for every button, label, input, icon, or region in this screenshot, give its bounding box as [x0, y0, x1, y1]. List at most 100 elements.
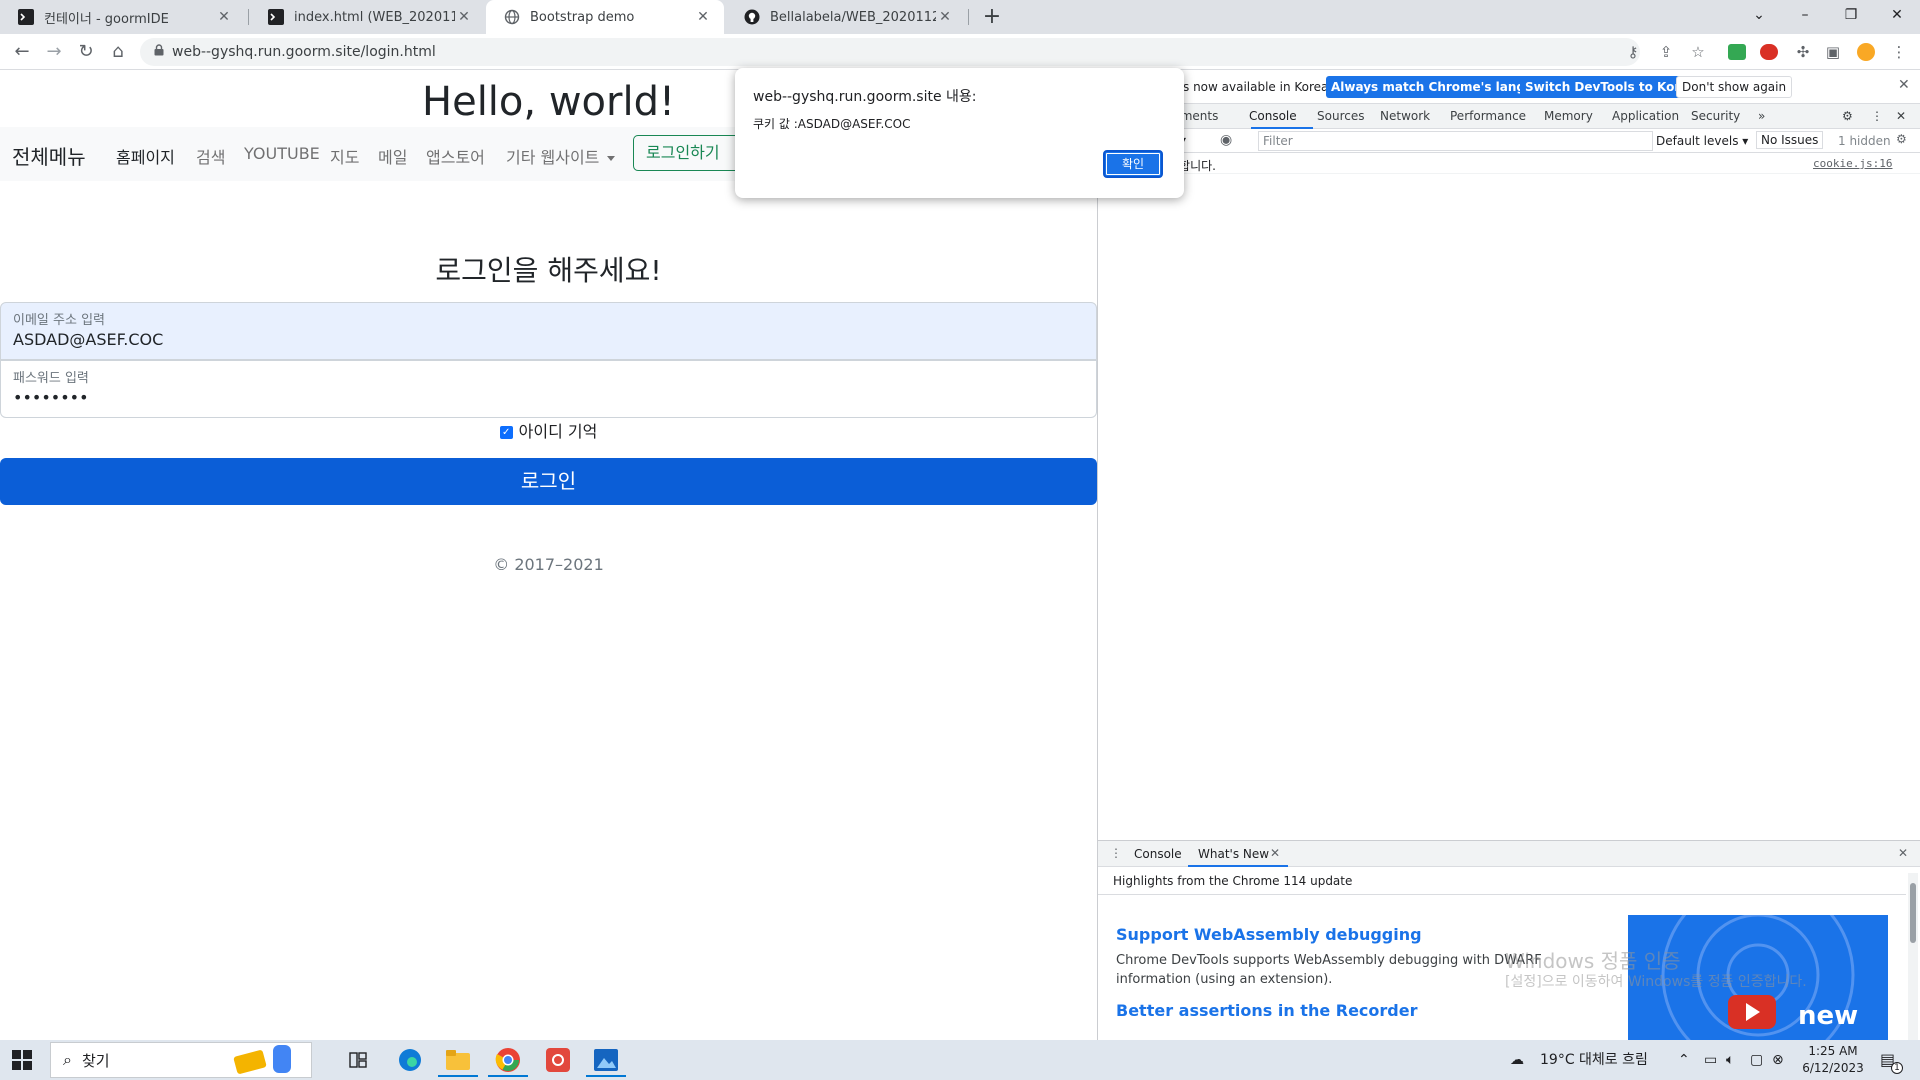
issues-button[interactable]: No Issues: [1756, 131, 1824, 149]
tab-application[interactable]: Application: [1612, 109, 1679, 123]
close-devtools-icon[interactable]: ✕: [1896, 109, 1906, 123]
drawer-tab-whats-new[interactable]: What's New: [1198, 847, 1269, 861]
login-submit-button[interactable]: 로그인: [0, 458, 1097, 505]
clock[interactable]: 1:25 AM 6/12/2023: [1798, 1043, 1868, 1077]
address-bar[interactable]: web--gyshq.run.goorm.site/login.html: [140, 38, 1640, 66]
close-tab-icon[interactable]: ✕: [455, 9, 473, 25]
browser-tab[interactable]: 컨테이너 - goormIDE ✕: [0, 0, 245, 34]
menu-kebab-icon[interactable]: ⋮: [1886, 38, 1912, 66]
close-infobar-icon[interactable]: ✕: [1898, 77, 1910, 93]
taskbar-search-box[interactable]: ⌕ 찾기: [50, 1042, 312, 1078]
search-highlight-illustration: [229, 1041, 305, 1079]
minimize-button[interactable]: –: [1782, 0, 1828, 30]
tab-search-icon[interactable]: ⌄: [1736, 0, 1782, 30]
weather-icon[interactable]: ☁: [1510, 1040, 1524, 1080]
terminal-icon: [18, 9, 34, 25]
navbar-brand[interactable]: 전체메뉴: [12, 141, 86, 170]
adblock-icon[interactable]: [1760, 44, 1778, 60]
console-source-link[interactable]: cookie.js:16: [1813, 157, 1892, 170]
email-value[interactable]: ASDAD@ASEF.COC: [13, 330, 1084, 349]
login-heading: 로그인을 해주세요!: [435, 254, 662, 287]
nav-link-youtube[interactable]: YOUTUBE: [244, 144, 320, 163]
network-icon[interactable]: ▢: [1750, 1040, 1763, 1080]
nav-link-mail[interactable]: 메일: [378, 144, 407, 168]
forward-button[interactable]: →: [40, 38, 68, 66]
activation-watermark: Windows 정품 인증: [1505, 949, 1681, 973]
whats-new-item-title[interactable]: Support WebAssembly debugging: [1116, 925, 1422, 944]
nav-dropdown-other-sites[interactable]: 기타 웹사이트: [506, 144, 616, 168]
drawer-menu-icon[interactable]: ⋮: [1110, 846, 1122, 860]
meet-now-icon[interactable]: ▭: [1704, 1040, 1717, 1080]
close-tab-icon[interactable]: ✕: [215, 9, 233, 25]
share-icon[interactable]: ⇪: [1653, 38, 1679, 66]
app-red-icon[interactable]: [536, 1043, 580, 1077]
default-levels-dropdown[interactable]: Default levels ▾: [1656, 134, 1748, 148]
close-tab-icon[interactable]: ✕: [694, 9, 712, 25]
notification-count: 1: [1891, 1062, 1903, 1074]
remember-label[interactable]: 아이디 기억: [519, 422, 598, 441]
profile-avatar[interactable]: [1857, 43, 1875, 61]
browser-tab[interactable]: index.html (WEB_20201129) - goormIDE ✕: [250, 0, 485, 34]
edge-browser-icon[interactable]: [388, 1043, 432, 1077]
whats-new-item-title[interactable]: Better assertions in the Recorder: [1116, 1001, 1418, 1020]
key-icon[interactable]: ⚷: [1620, 38, 1646, 66]
bookmark-star-icon[interactable]: ☆: [1685, 38, 1711, 66]
tab-network[interactable]: Network: [1380, 109, 1430, 123]
file-explorer-icon[interactable]: [436, 1043, 480, 1077]
side-panel-icon[interactable]: ▣: [1820, 38, 1846, 66]
drawer-scrollbar-thumb[interactable]: [1910, 883, 1916, 943]
clock-time: 1:25 AM: [1808, 1044, 1858, 1058]
tray-expand-icon[interactable]: ⌃: [1678, 1040, 1690, 1080]
password-label: 패스워드 입력: [13, 371, 89, 386]
search-icon: ⌕: [63, 1050, 72, 1069]
browser-tab[interactable]: Bellalabela/WEB_20201129 ✕: [726, 0, 966, 34]
more-tabs-icon[interactable]: »: [1758, 109, 1765, 123]
eye-icon[interactable]: ◉: [1220, 132, 1232, 148]
tab-title: Bellalabela/WEB_20201129: [770, 9, 936, 25]
ime-icon[interactable]: ⊗: [1772, 1040, 1784, 1080]
close-tab-icon[interactable]: ✕: [936, 9, 954, 25]
home-button[interactable]: ⌂: [104, 38, 132, 66]
email-field[interactable]: 이메일 주소 입력 ASDAD@ASEF.COC: [0, 302, 1097, 360]
close-window-button[interactable]: ✕: [1874, 0, 1920, 30]
tab-sources[interactable]: Sources: [1317, 109, 1364, 123]
windows-start-icon[interactable]: [12, 1050, 32, 1074]
nav-link-map[interactable]: 지도: [330, 144, 359, 168]
tab-security[interactable]: Security: [1691, 109, 1740, 123]
weather-text[interactable]: 19°C 대체로 흐림: [1540, 1040, 1648, 1080]
lock-icon[interactable]: [154, 44, 164, 60]
tab-memory[interactable]: Memory: [1544, 109, 1593, 123]
devtools-menu-icon[interactable]: ⋮: [1871, 109, 1883, 123]
extensions-puzzle-icon[interactable]: ✣: [1790, 38, 1816, 66]
new-tab-button[interactable]: +: [978, 4, 1006, 30]
login-nav-button[interactable]: 로그인하기: [633, 135, 743, 171]
extension-green-icon[interactable]: [1728, 44, 1746, 60]
password-field[interactable]: 패스워드 입력 ••••••••: [0, 360, 1097, 418]
restore-button[interactable]: ❐: [1828, 0, 1874, 30]
settings-gear-icon[interactable]: ⚙: [1842, 109, 1853, 123]
task-view-icon[interactable]: [336, 1043, 380, 1077]
close-whats-new-icon[interactable]: ✕: [1270, 846, 1280, 860]
console-filter-input[interactable]: Filter: [1258, 131, 1653, 151]
back-button[interactable]: ←: [8, 38, 36, 66]
photos-app-icon[interactable]: [584, 1043, 628, 1077]
chrome-icon[interactable]: [486, 1043, 530, 1077]
reload-button[interactable]: ↻: [72, 38, 100, 66]
password-value[interactable]: ••••••••: [13, 388, 1084, 407]
nav-link-search[interactable]: 검색: [196, 144, 225, 168]
nav-link-home[interactable]: 홈페이지: [116, 144, 175, 168]
tab-performance[interactable]: Performance: [1450, 109, 1526, 123]
alert-message: 쿠키 값 :ASDAD@ASEF.COC: [753, 117, 911, 131]
tab-title: index.html (WEB_20201129) - goormIDE: [294, 9, 455, 25]
dont-show-again-button[interactable]: Don't show again: [1676, 76, 1793, 98]
tab-console[interactable]: Console: [1249, 109, 1297, 123]
notification-icon[interactable]: ▤: [1880, 1040, 1895, 1080]
nav-link-appstore[interactable]: 앱스토어: [426, 144, 485, 168]
close-drawer-icon[interactable]: ✕: [1898, 846, 1908, 860]
drawer-tab-console[interactable]: Console: [1134, 847, 1182, 861]
volume-icon[interactable]: 🔈︎: [1726, 1040, 1734, 1080]
browser-tab-active[interactable]: Bootstrap demo ✕: [486, 0, 724, 34]
alert-ok-button[interactable]: 확인: [1103, 150, 1163, 178]
console-settings-icon[interactable]: ⚙: [1896, 132, 1907, 146]
remember-checkbox[interactable]: ✓: [499, 426, 513, 439]
